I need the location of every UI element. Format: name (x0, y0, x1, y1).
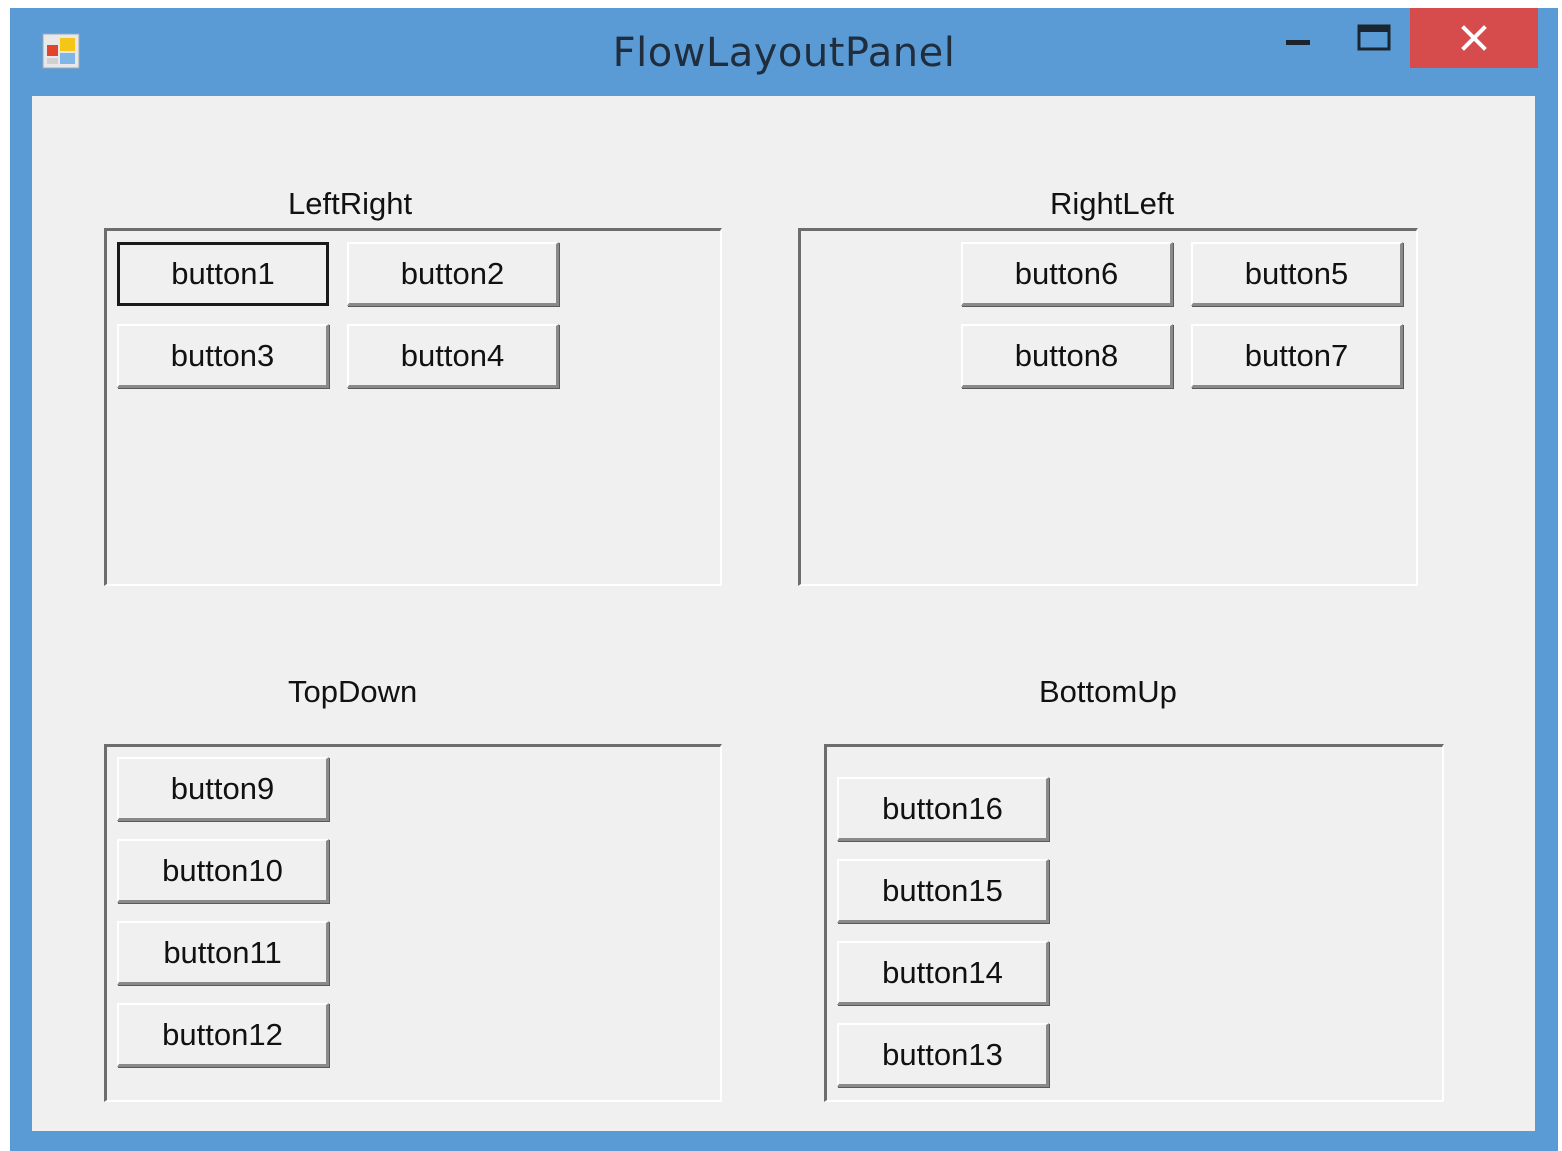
panel-label-topdown: TopDown (288, 674, 418, 709)
button13[interactable]: button13 (837, 1023, 1049, 1087)
minimize-icon (1286, 40, 1310, 45)
close-button[interactable] (1410, 8, 1538, 68)
button7[interactable]: button7 (1191, 324, 1403, 388)
app-window: FlowLayoutPanel LeftRight button1 button… (10, 8, 1558, 1151)
maximize-icon (1357, 24, 1391, 51)
title-bar[interactable]: FlowLayoutPanel (10, 8, 1558, 96)
button16[interactable]: button16 (837, 777, 1049, 841)
panel-label-bottomup: BottomUp (1039, 674, 1177, 709)
button14[interactable]: button14 (837, 941, 1049, 1005)
maximize-button[interactable] (1342, 8, 1406, 68)
client-area: LeftRight button1 button2 button3 button… (32, 96, 1535, 1131)
button12[interactable]: button12 (117, 1003, 329, 1067)
button11[interactable]: button11 (117, 921, 329, 985)
button2[interactable]: button2 (347, 242, 559, 306)
close-icon (1461, 25, 1487, 51)
button5[interactable]: button5 (1191, 242, 1403, 306)
button15[interactable]: button15 (837, 859, 1049, 923)
button10[interactable]: button10 (117, 839, 329, 903)
button1[interactable]: button1 (117, 242, 329, 306)
flow-panel-rightleft: button6 button5 button8 button7 (798, 228, 1418, 586)
flow-panel-topdown: button9 button10 button11 button12 (104, 744, 722, 1102)
button6[interactable]: button6 (961, 242, 1173, 306)
button8[interactable]: button8 (961, 324, 1173, 388)
flow-panel-leftright: button1 button2 button3 button4 (104, 228, 722, 586)
button9[interactable]: button9 (117, 757, 329, 821)
flow-panel-bottomup: button16 button15 button14 button13 (824, 744, 1444, 1102)
button3[interactable]: button3 (117, 324, 329, 388)
button4[interactable]: button4 (347, 324, 559, 388)
panel-label-rightleft: RightLeft (1050, 186, 1175, 221)
panel-label-leftright: LeftRight (288, 186, 413, 221)
minimize-button[interactable] (1268, 8, 1328, 68)
